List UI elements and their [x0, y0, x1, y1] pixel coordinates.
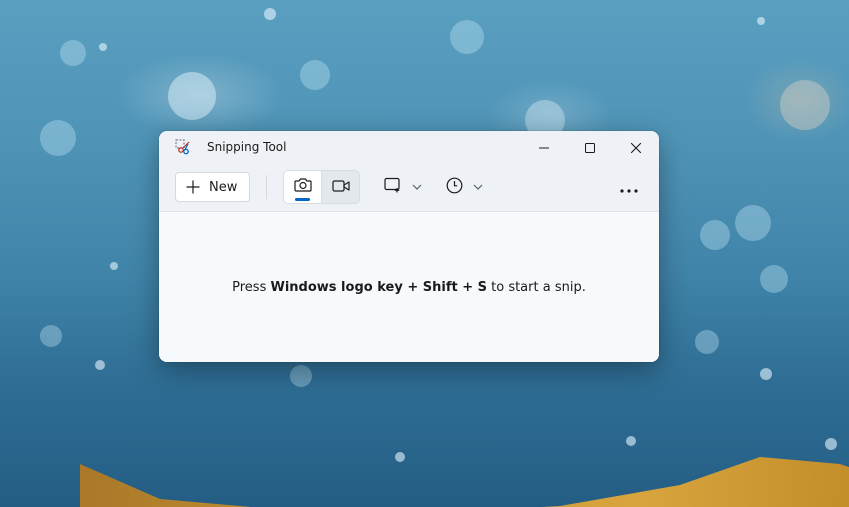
- window-title: Snipping Tool: [207, 140, 287, 154]
- close-button[interactable]: [613, 131, 659, 163]
- autumn-leaf: [80, 457, 849, 507]
- minimize-icon: [539, 138, 549, 157]
- new-snip-button[interactable]: New: [175, 172, 250, 202]
- bokeh-light: [700, 220, 730, 250]
- capture-mode-toggle: [283, 170, 360, 204]
- record-mode-button[interactable]: [322, 171, 359, 203]
- snip-instructions: Press Windows logo key + Shift + S to st…: [232, 280, 586, 295]
- new-button-label: New: [209, 179, 238, 195]
- bokeh-light: [757, 17, 765, 25]
- more-options-button[interactable]: [615, 173, 643, 201]
- snipping-tool-window: Snipping Tool New Press Windows logo key…: [159, 131, 659, 362]
- bokeh-light: [735, 205, 771, 241]
- chevron-down-icon: [473, 184, 483, 190]
- bokeh-light: [110, 262, 118, 270]
- snipping-tool-icon: [175, 139, 191, 155]
- instruction-prefix: Press: [232, 279, 271, 295]
- maximize-button[interactable]: [567, 131, 613, 163]
- bokeh-light: [95, 360, 105, 370]
- bokeh-light: [40, 120, 76, 156]
- instruction-suffix: to start a snip.: [487, 279, 586, 295]
- bokeh-light: [99, 43, 107, 51]
- bokeh-light: [300, 60, 330, 90]
- snip-instructions-area: Press Windows logo key + Shift + S to st…: [159, 212, 659, 362]
- bokeh-light: [760, 368, 772, 380]
- bokeh-light: [60, 40, 86, 66]
- desktop-background: Snipping Tool New Press Windows logo key…: [0, 0, 849, 507]
- bokeh-light: [290, 365, 312, 387]
- plus-icon: [186, 180, 200, 194]
- bokeh-light: [168, 72, 216, 120]
- bokeh-light: [760, 265, 788, 293]
- bokeh-light: [395, 452, 405, 462]
- bokeh-light: [40, 325, 62, 347]
- caption-buttons: [521, 131, 659, 163]
- bokeh-light: [825, 438, 837, 450]
- snip-shape-dropdown[interactable]: [378, 171, 428, 203]
- snip-mode-button[interactable]: [284, 171, 322, 203]
- camera-icon: [293, 177, 312, 197]
- toolbar: New: [159, 163, 659, 212]
- toolbar-divider: [266, 175, 267, 199]
- clock-icon: [446, 177, 463, 198]
- bokeh-light: [695, 330, 719, 354]
- bokeh-light: [450, 20, 484, 54]
- rectangle-snip-icon: [384, 177, 402, 197]
- delay-dropdown[interactable]: [440, 171, 489, 203]
- close-icon: [630, 138, 642, 157]
- bokeh-light: [780, 80, 830, 130]
- bokeh-light: [626, 436, 636, 446]
- minimize-button[interactable]: [521, 131, 567, 163]
- video-camera-icon: [331, 178, 350, 197]
- title-bar[interactable]: Snipping Tool: [159, 131, 659, 163]
- bokeh-light: [264, 8, 276, 20]
- more-options-icon: [620, 178, 638, 197]
- keyboard-shortcut: Windows logo key + Shift + S: [270, 279, 488, 295]
- maximize-icon: [585, 138, 595, 157]
- chevron-down-icon: [412, 184, 422, 190]
